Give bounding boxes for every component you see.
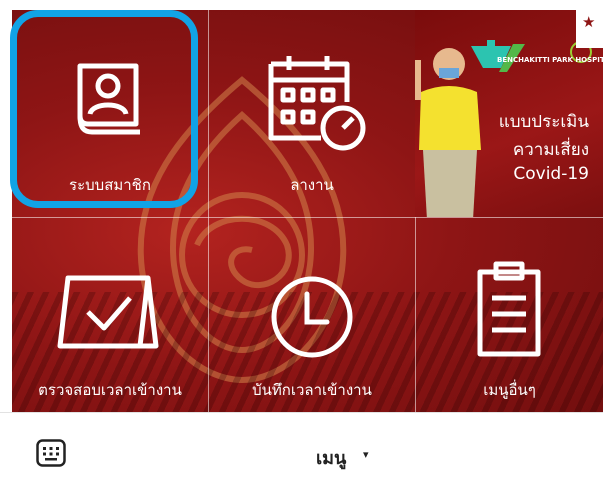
tile-label: บันทึกเวลาเข้างาน (252, 381, 372, 399)
clipboard-icon (477, 261, 541, 357)
bottom-menu-bar: เมนู ▾ (0, 412, 603, 493)
chevron-down-icon[interactable]: ▾ (363, 448, 369, 461)
tile-label: ลางาน (290, 176, 334, 194)
calendar-clock-icon (268, 56, 366, 151)
tile-leave[interactable]: ลางาน (209, 10, 415, 217)
tile-label: เมนูอื่นๆ (483, 381, 536, 399)
banner-line-2: ความเสี่ยง (512, 140, 589, 160)
hospital-name: BENCHAKITTI PARK HOSPITAL (497, 56, 603, 64)
clock-icon (271, 276, 353, 358)
banner-line-1: แบบประเมิน (498, 112, 589, 132)
selection-highlight (10, 10, 198, 208)
keyboard-icon[interactable] (36, 439, 66, 467)
doctor-photo (415, 48, 481, 217)
calendar-check-icon (57, 275, 159, 349)
tile-check-attendance[interactable]: ตรวจสอบเวลาเข้างาน (12, 218, 208, 412)
covid-assessment-banner[interactable]: BENCHAKITTI PARK HOSPITAL แบบประเมิน ควา… (415, 10, 603, 217)
bookmark-star-icon[interactable]: ★ (576, 10, 603, 48)
tile-other-menu[interactable]: เมนูอื่นๆ (416, 218, 603, 412)
line-rich-menu-screen: ระบบสมาชิก ลางาน BENCHAKITTI PARK HOSPIT… (0, 0, 603, 493)
menu-toggle-label[interactable]: เมนู (316, 443, 346, 472)
tile-label: ตรวจสอบเวลาเข้างาน (38, 381, 182, 399)
tile-record-attendance[interactable]: บันทึกเวลาเข้างาน (209, 218, 415, 412)
banner-line-3: Covid-19 (513, 164, 589, 184)
